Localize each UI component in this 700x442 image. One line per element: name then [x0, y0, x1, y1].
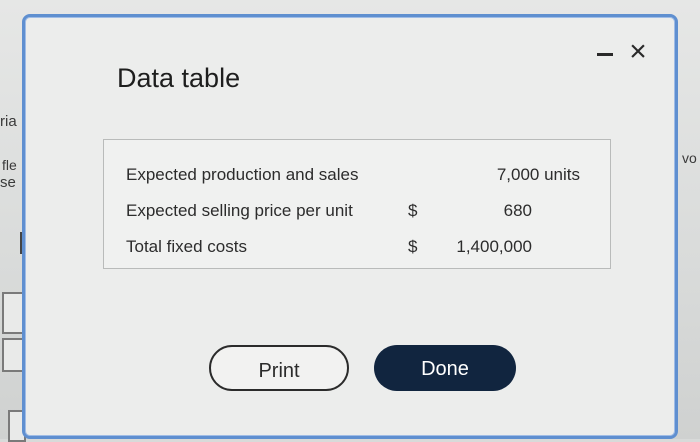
row-label: Total fixed costs	[126, 237, 247, 256]
data-table-dialog: Data table × Expected production and sal…	[22, 14, 678, 439]
table-row: Total fixed costs $ 1,400,000	[104, 237, 610, 261]
close-icon: ×	[629, 35, 647, 68]
row-currency: $	[408, 237, 418, 256]
background-box	[2, 338, 24, 372]
background-text: vo	[682, 150, 697, 166]
table-row: Expected production and sales 7,000 unit…	[104, 165, 610, 189]
data-table: Expected production and sales 7,000 unit…	[103, 139, 611, 269]
close-button[interactable]: ×	[625, 35, 651, 68]
background-box	[2, 292, 24, 334]
done-button[interactable]: Done	[374, 345, 516, 391]
table-row: Expected selling price per unit $ 680	[104, 201, 610, 225]
row-value: 680	[503, 201, 532, 220]
background-text: se	[0, 174, 16, 191]
row-currency: $	[408, 201, 418, 220]
minimize-icon	[597, 53, 613, 56]
row-label: Expected selling price per unit	[126, 201, 353, 220]
minimize-button[interactable]	[593, 39, 619, 65]
dialog-title: Data table	[117, 63, 241, 93]
row-value: 1,400,000	[456, 237, 532, 256]
background-text: ria	[0, 113, 17, 130]
row-label: Expected production and sales	[126, 165, 359, 184]
print-button[interactable]: Print	[209, 345, 349, 391]
background-text: fle	[2, 157, 17, 173]
row-value: 7,000 units	[496, 165, 580, 184]
